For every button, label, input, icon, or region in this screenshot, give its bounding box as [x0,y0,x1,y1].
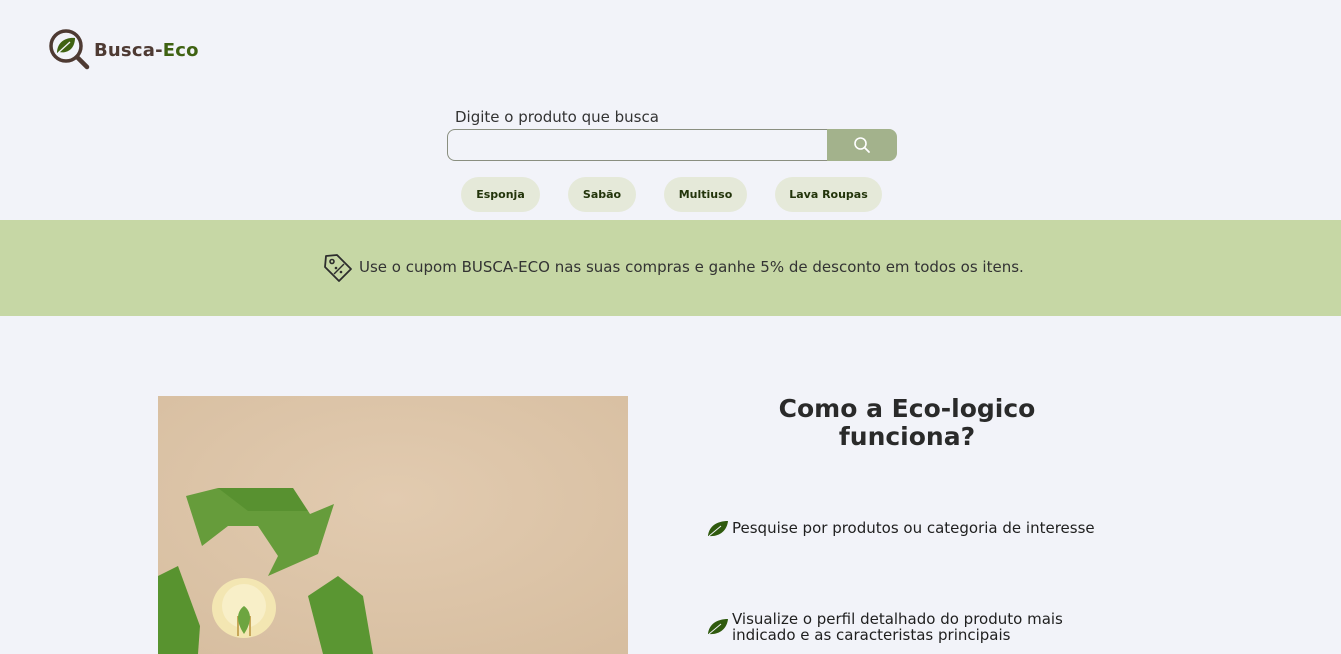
logo[interactable]: Busca-Eco [48,28,199,72]
leaf-icon [708,521,728,537]
search-input[interactable] [447,129,827,161]
category-chip-multiuso[interactable]: Multiuso [664,177,747,212]
step-2-text: Visualize o perfil detalhado do produto … [732,610,1063,644]
category-chip-esponja[interactable]: Esponja [461,177,540,212]
leaf-icon [708,619,728,635]
search-bar [447,129,897,161]
magnifier-leaf-icon [49,29,90,70]
brand-name: Busca-Eco [94,39,199,61]
search-icon [854,137,870,153]
category-chip-lava-roupas[interactable]: Lava Roupas [775,177,882,212]
category-chip-sabao[interactable]: Sabão [568,177,636,212]
search-button[interactable] [827,129,897,161]
promo-text: Use o cupom BUSCA-ECO nas suas compras e… [359,258,1024,276]
recycle-illustration [158,396,628,654]
recycle-icon [158,396,628,654]
price-tag-icon [324,254,352,282]
search-label: Digite o produto que busca [455,108,659,126]
section-title: Como a Eco-logico funciona? [778,394,1036,451]
step-1-text: Pesquise por produtos ou categoria de in… [732,519,1095,537]
